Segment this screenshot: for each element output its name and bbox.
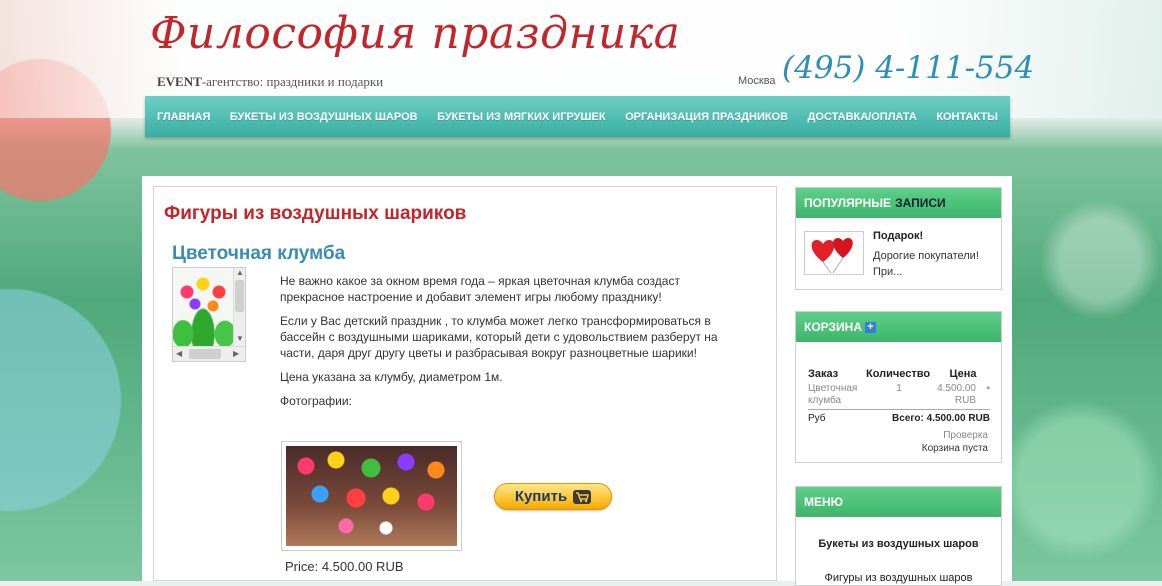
article-title[interactable]: Цветочная клумба xyxy=(172,243,345,265)
nav-item-toy-bouquets[interactable]: БУКЕТЫ ИЗ МЯГКИХ ИГРУШЕК xyxy=(437,111,606,123)
category-title: Фигуры из воздушных шариков xyxy=(164,203,467,224)
nav-item-balloon-bouquets[interactable]: БУКЕТЫ ИЗ ВОЗДУШНЫХ ШАРОВ xyxy=(230,111,418,123)
article-body: Не важно какое за окном время года – ярк… xyxy=(280,273,740,417)
scroll-right-icon[interactable]: ▶ xyxy=(233,349,239,359)
product-photo[interactable] xyxy=(281,441,462,551)
popular-title-part1: ПОПУЛЯРНЫЕ xyxy=(804,196,892,210)
cart-col-quantity: Количество xyxy=(866,368,931,380)
nav-item-home[interactable]: ГЛАВНАЯ xyxy=(157,111,210,123)
cart-total: Всего: 4.500.00 RUB xyxy=(892,413,990,424)
nav-item-event-organization[interactable]: ОРГАНИЗАЦИЯ ПРАЗДНИКОВ xyxy=(625,111,788,123)
site-tagline: EVENT-агентство: праздники и подарки xyxy=(157,74,383,90)
menu-item-balloon-figures[interactable]: Фигуры из воздушных шаров xyxy=(796,572,1001,584)
cart-module: КОРЗИНА + Заказ Количество Цена Цветочна… xyxy=(795,311,1002,463)
cart-table-header: Заказ Количество Цена xyxy=(808,368,990,380)
buy-button[interactable]: Купить xyxy=(494,483,612,510)
popular-post-thumbnail[interactable] xyxy=(804,231,864,275)
popular-post-excerpt: Дорогие покупатели! При... xyxy=(873,250,979,278)
flower-bed-thumbnail-image xyxy=(173,268,233,346)
buy-button-label: Купить xyxy=(514,488,568,505)
cart-total-row: Руб Всего: 4.500.00 RUB xyxy=(808,409,990,424)
main-navigation: ГЛАВНАЯ БУКЕТЫ ИЗ ВОЗДУШНЫХ ШАРОВ БУКЕТЫ… xyxy=(145,96,1010,137)
cart-item-row: Цветочная клумба 1 4.500.00 RUB ▪ xyxy=(808,383,990,407)
cart-currency: Руб xyxy=(808,413,826,424)
popular-posts-module: ПОПУЛЯРНЫЕ ЗАПИСИ Подарок! Дорогие покуп… xyxy=(795,187,1002,290)
content-area: Фигуры из воздушных шариков Цветочная кл… xyxy=(153,186,777,581)
menu-item-balloon-bouquets[interactable]: Букеты из воздушных шаров xyxy=(796,538,1001,550)
cart-header: КОРЗИНА + xyxy=(796,312,1001,342)
product-price: Price: 4.500.00 RUB xyxy=(285,559,404,574)
article-paragraph: Не важно какое за окном время года – ярк… xyxy=(280,274,680,304)
remove-item-icon[interactable]: ▪ xyxy=(976,383,990,407)
article-paragraph: Цена указана за клумбу, диаметром 1м. xyxy=(280,370,503,384)
popular-title-part2: ЗАПИСИ xyxy=(895,196,946,210)
scroll-down-icon[interactable]: ▼ xyxy=(236,334,244,344)
tagline-bold: EVENT xyxy=(157,74,202,89)
scroll-up-icon[interactable]: ▲ xyxy=(236,268,244,278)
article-paragraph: Если у Вас детский праздник , то клумба … xyxy=(280,314,718,360)
cart-item-name[interactable]: Цветочная клумба xyxy=(808,383,872,407)
cart-item-price: 4.500.00 RUB xyxy=(937,383,976,406)
tagline-rest: -агентство: праздники и подарки xyxy=(201,74,384,89)
thumbnail-horizontal-scrollbar[interactable]: ◀ ▶ xyxy=(173,346,245,361)
balloon-flowers-photo xyxy=(286,446,457,546)
phone-city: Москва xyxy=(738,75,776,87)
cart-table: Заказ Количество Цена Цветочная клумба 1… xyxy=(808,368,990,424)
photos-label: Фотографии: xyxy=(280,394,352,408)
phone-number: (495) 4-111-554 xyxy=(782,50,1035,86)
shopping-cart-icon xyxy=(573,489,592,504)
cart-item-qty: 1 xyxy=(896,383,902,394)
thumbnail-vertical-scrollbar[interactable]: ▲ ▼ xyxy=(233,268,245,346)
cart-empty-link[interactable]: Корзина пуста xyxy=(922,443,988,454)
site-logo-title[interactable]: Философия праздника xyxy=(150,8,680,59)
cart-col-price: Цена xyxy=(949,368,977,380)
cart-checkout-link[interactable]: Проверка xyxy=(943,430,988,441)
nav-item-delivery-payment[interactable]: ДОСТАВКА/ОПЛАТА xyxy=(808,111,917,123)
menu-title: МЕНЮ xyxy=(804,495,844,509)
cart-col-order: Заказ xyxy=(808,368,839,380)
scrollbar-thumb[interactable] xyxy=(189,349,221,359)
popular-posts-header: ПОПУЛЯРНЫЕ ЗАПИСИ xyxy=(796,188,1001,218)
popular-post-title[interactable]: Подарок! xyxy=(873,230,923,242)
scroll-left-icon[interactable]: ◀ xyxy=(176,349,182,359)
menu-header: МЕНЮ xyxy=(796,487,1001,517)
scrollbar-thumb[interactable] xyxy=(235,280,244,312)
cart-title: КОРЗИНА xyxy=(804,320,862,334)
hearts-balloons-icon xyxy=(811,238,853,274)
plus-icon[interactable]: + xyxy=(864,321,876,333)
menu-module: МЕНЮ Букеты из воздушных шаров Фигуры из… xyxy=(795,486,1002,586)
nav-item-contacts[interactable]: КОНТАКТЫ xyxy=(936,111,998,123)
product-thumbnail[interactable]: ▲ ▼ ◀ ▶ xyxy=(172,267,246,362)
